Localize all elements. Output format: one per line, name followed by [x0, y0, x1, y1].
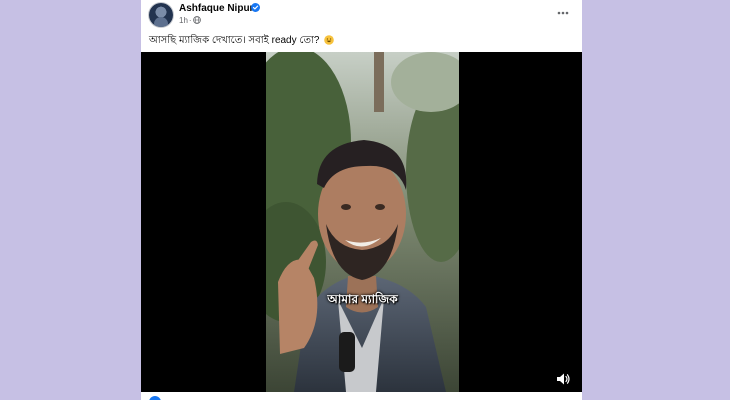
- more-options-button[interactable]: [554, 6, 572, 20]
- author-name[interactable]: Ashfaque Nipun: [179, 3, 256, 14]
- video-player[interactable]: আমার ম্যাজিক: [141, 52, 582, 392]
- globe-icon: [192, 16, 201, 24]
- post-caption: আসছি ম্যাজিক দেখাতে। সবাই ready তো?: [149, 33, 335, 50]
- video-frame: [266, 52, 459, 392]
- post-card: Ashfaque Nipun 1h· আসছি ম্যাজিক দেখাতে। …: [141, 0, 582, 400]
- post-caption-text: আসছি ম্যাজিক দেখাতে। সবাই ready তো?: [149, 35, 320, 46]
- more-options-icon: [557, 11, 569, 15]
- post-footer: [141, 392, 582, 400]
- author-avatar[interactable]: [149, 3, 173, 27]
- verified-badge-icon: [251, 3, 260, 12]
- post-timestamp[interactable]: 1h: [179, 16, 188, 25]
- meta-separator: ·: [188, 16, 192, 25]
- video-subtitle: আমার ম্যাজিক: [327, 292, 398, 306]
- post-header: Ashfaque Nipun 1h·: [141, 0, 582, 30]
- volume-icon[interactable]: [555, 372, 571, 386]
- grinning-face-emoji-icon: [324, 35, 335, 45]
- post-meta: 1h·: [179, 16, 201, 26]
